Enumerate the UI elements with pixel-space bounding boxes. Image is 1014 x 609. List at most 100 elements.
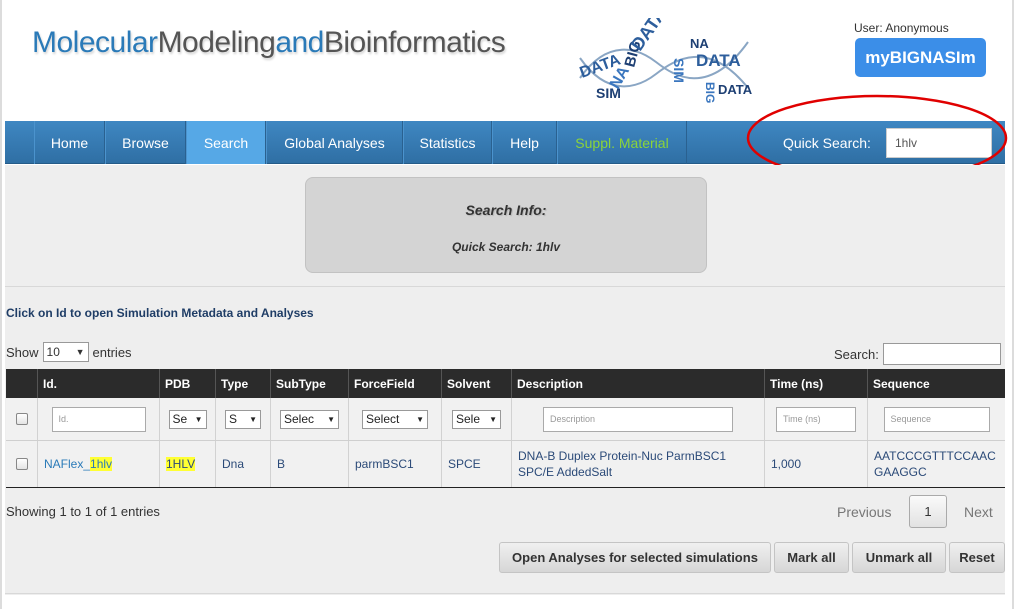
chevron-down-icon: ▼ <box>75 347 85 357</box>
filter-row: Id. Se ▼ S ▼ Selec ▼ Select ▼ Sele ▼ Descript… <box>6 398 1005 441</box>
description-line: DNA-B Duplex Protein-Nuc ParmBSC1 <box>518 449 727 463</box>
filter-forcefield-select[interactable]: Select ▼ <box>362 409 428 429</box>
id-highlight: 1hlv <box>90 457 113 471</box>
logo-word: BIG <box>703 82 717 103</box>
sequence-line: AATCCCGTTTCCAAC <box>874 449 996 463</box>
col-header-select <box>6 369 38 398</box>
filter-forcefield-value: Select <box>366 412 400 426</box>
filter-description-input[interactable]: Description <box>543 406 733 432</box>
filter-type-cell: S ▼ <box>216 398 271 440</box>
filter-sequence-input[interactable]: Sequence <box>883 406 990 432</box>
filter-type-select[interactable]: S ▼ <box>225 409 261 429</box>
site-brand[interactable]: MolecularModelingandBioinformatics <box>32 26 506 60</box>
nav-browse[interactable]: Browse <box>105 121 186 164</box>
reset-button[interactable]: Reset <box>949 542 1005 573</box>
filter-pdb-cell: Se ▼ <box>160 398 216 440</box>
user-label: User: Anonymous <box>854 21 949 35</box>
pdb-value: 1HLV <box>166 457 196 471</box>
main-content: Search Info: Quick Search: 1hlv Click on… <box>5 165 1005 595</box>
mybignasim-button[interactable]: myBIGNASIm <box>855 38 986 77</box>
filter-sequence-cell: Sequence <box>868 398 1005 440</box>
nav-global-analyses[interactable]: Global Analyses <box>266 121 403 164</box>
brand-bioinformatics: Bioinformatics <box>323 26 506 59</box>
col-header-sequence[interactable]: Sequence <box>868 369 1005 398</box>
filter-type-value: S <box>229 412 238 426</box>
nav-help[interactable]: Help <box>492 121 557 164</box>
nav-statistics[interactable]: Statistics <box>403 121 492 164</box>
table-row: NAFlex_1hlv 1HLV Dna B parmBSC1 SPCE DNA… <box>6 441 1005 488</box>
row-select-cell <box>6 441 38 487</box>
chevron-down-icon: ▼ <box>249 414 257 424</box>
logo-word: SIM <box>671 58 687 83</box>
col-header-type[interactable]: Type <box>216 369 271 398</box>
entries-select[interactable]: 10 ▼ <box>42 342 89 362</box>
row-solvent-cell: SPCE <box>442 441 512 487</box>
row-checkbox[interactable] <box>15 458 28 470</box>
filter-forcefield-cell: Select ▼ <box>349 398 442 440</box>
col-header-pdb[interactable]: PDB <box>160 369 216 398</box>
row-sequence-cell: AATCCCGTTTCCAAC GAAGGC <box>868 441 1005 487</box>
filter-time-input[interactable]: Time (ns) <box>776 406 856 432</box>
chevron-down-icon: ▼ <box>327 414 335 424</box>
nav-suppl-material[interactable]: Suppl. Material <box>557 121 687 164</box>
simulation-id-link[interactable]: NAFlex_1hlv <box>44 457 113 471</box>
filter-time-cell: Time (ns) <box>765 398 868 440</box>
search-info-title: Search Info: <box>465 202 547 218</box>
filter-pdb-select[interactable]: Se ▼ <box>168 409 207 429</box>
row-subtype-cell: B <box>271 441 349 487</box>
entries-label: entries <box>92 344 132 360</box>
footer-divider <box>5 593 1005 594</box>
filter-solvent-select[interactable]: Sele ▼ <box>452 409 501 429</box>
pagination-next[interactable]: Next <box>964 504 993 520</box>
logo-word: NA <box>690 36 709 51</box>
id-prefix: NAFlex_ <box>44 457 91 471</box>
divider <box>5 286 1005 287</box>
show-label: Show <box>6 344 39 360</box>
mark-all-button[interactable]: Mark all <box>774 542 849 573</box>
table-header: Id. PDB Type SubType ForceField Solvent … <box>6 369 1005 398</box>
row-time-cell: 1,000 <box>765 441 868 487</box>
filter-subtype-value: Selec <box>284 412 315 426</box>
col-header-description[interactable]: Description <box>512 369 765 398</box>
brand-molecular: Molecular <box>32 26 158 59</box>
search-info-text: Quick Search: 1hlv <box>451 240 561 254</box>
col-header-time[interactable]: Time (ns) <box>765 369 868 398</box>
pagination-previous[interactable]: Previous <box>837 504 891 520</box>
logo-word: DATA <box>718 82 753 97</box>
row-pdb-cell: 1HLV <box>160 441 216 487</box>
open-analyses-button[interactable]: Open Analyses for selected simulations <box>499 542 771 573</box>
brand-and: and <box>275 26 324 59</box>
quick-search-input[interactable]: 1hlv <box>886 128 992 158</box>
filter-id-cell: Id. <box>38 398 160 440</box>
filter-solvent-value: Sele <box>456 412 481 426</box>
description-line: SPC/E AddedSalt <box>518 465 613 479</box>
row-description-cell: DNA-B Duplex Protein-Nuc ParmBSC1 SPC/E … <box>512 441 765 487</box>
filter-subtype-select[interactable]: Selec ▼ <box>280 409 339 429</box>
col-header-forcefield[interactable]: ForceField <box>349 369 442 398</box>
chevron-down-icon: ▼ <box>489 414 497 424</box>
filter-solvent-cell: Sele ▼ <box>442 398 512 440</box>
col-header-subtype[interactable]: SubType <box>271 369 349 398</box>
col-header-solvent[interactable]: Solvent <box>442 369 512 398</box>
table-search-control: Search: <box>834 343 1001 365</box>
bignasim-dna-logo: DATA SIM NA BIG DATA SIM NA DATA BIG DAT… <box>578 18 753 103</box>
select-all-checkbox[interactable] <box>15 413 28 425</box>
unmark-all-button[interactable]: Unmark all <box>852 542 946 573</box>
nav-home[interactable]: Home <box>34 121 105 164</box>
brand-modeling: Modeling <box>157 26 276 59</box>
pagination-page-1[interactable]: 1 <box>909 495 947 528</box>
search-info-panel: Search Info: Quick Search: 1hlv <box>305 177 707 273</box>
col-header-id[interactable]: Id. <box>38 369 160 398</box>
filter-pdb-value: Se <box>172 412 188 426</box>
nav-search[interactable]: Search <box>186 121 266 164</box>
table-info: Showing 1 to 1 of 1 entries <box>6 504 160 519</box>
quick-search-label: Quick Search: <box>783 135 871 151</box>
filter-id-input[interactable]: Id. <box>51 406 146 432</box>
chevron-down-icon: ▼ <box>194 414 203 424</box>
click-info-text: Click on Id to open Simulation Metadata … <box>6 306 314 320</box>
entries-value: 10 <box>46 345 60 359</box>
table-search-input[interactable] <box>882 343 1001 365</box>
main-navbar: Home Browse Search Global Analyses Stati… <box>5 121 1005 164</box>
filter-description-cell: Description <box>512 398 765 440</box>
row-type-cell: Dna <box>216 441 271 487</box>
